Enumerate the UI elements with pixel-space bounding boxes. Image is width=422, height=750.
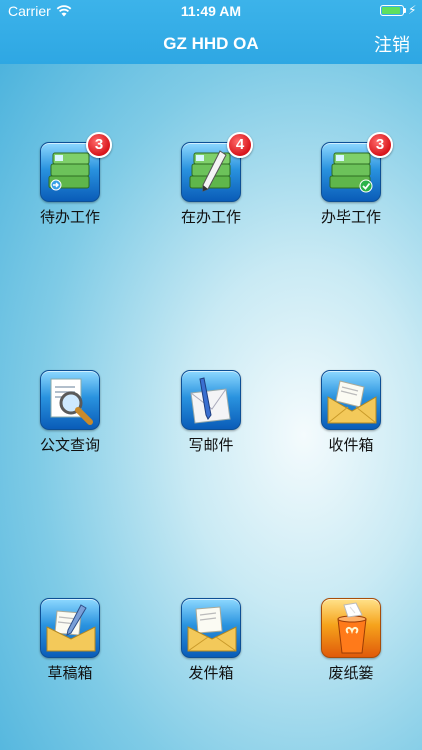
tile-pending-work[interactable]: 3 待办工作 [10,132,130,242]
in-progress-count-badge: 4 [227,132,253,158]
inbox-mail-icon [321,370,381,430]
tile-label: 写邮件 [188,436,234,454]
battery-icon [380,5,404,16]
document-search-icon [40,370,100,430]
charging-icon: ⚡ [408,3,417,17]
completed-count-badge: 3 [367,132,393,158]
battery-tip [404,8,406,13]
tile-inbox[interactable]: 收件箱 [291,370,411,470]
sent-mail-icon [181,598,241,658]
tile-label: 废纸篓 [328,664,374,682]
tile-compose-mail[interactable]: 写邮件 [151,370,271,470]
pending-count-badge: 3 [86,132,112,158]
tile-label: 草稿箱 [47,664,93,682]
tile-document-search[interactable]: 公文查询 [10,370,130,470]
tile-label: 收件箱 [328,436,374,454]
page-title: GZ HHD OA [163,34,259,53]
tile-trash[interactable]: 废纸篓 [291,598,411,698]
drafts-icon [40,598,100,658]
logout-button[interactable]: 注销 [374,31,410,57]
tile-sent[interactable]: 发件箱 [151,598,271,698]
tile-label: 在办工作 [180,208,241,226]
clock: 11:49 AM [180,3,242,19]
top-bar: Carrier 11:49 AM ⚡ GZ HHD OA 注销 [0,0,422,64]
tile-label: 待办工作 [39,208,100,226]
compose-mail-icon [181,370,241,430]
status-bar: Carrier 11:49 AM ⚡ [0,0,422,22]
home-screen: Carrier 11:49 AM ⚡ GZ HHD OA 注销 3 待办工作 4… [0,0,422,750]
tile-label: 办毕工作 [320,208,381,226]
tile-drafts[interactable]: 草稿箱 [10,598,130,698]
tile-in-progress-work[interactable]: 4 在办工作 [151,132,271,242]
tile-completed-work[interactable]: 3 办毕工作 [291,132,411,242]
trash-icon [321,598,381,658]
tile-label: 发件箱 [188,664,234,682]
tile-label: 公文查询 [39,436,100,454]
